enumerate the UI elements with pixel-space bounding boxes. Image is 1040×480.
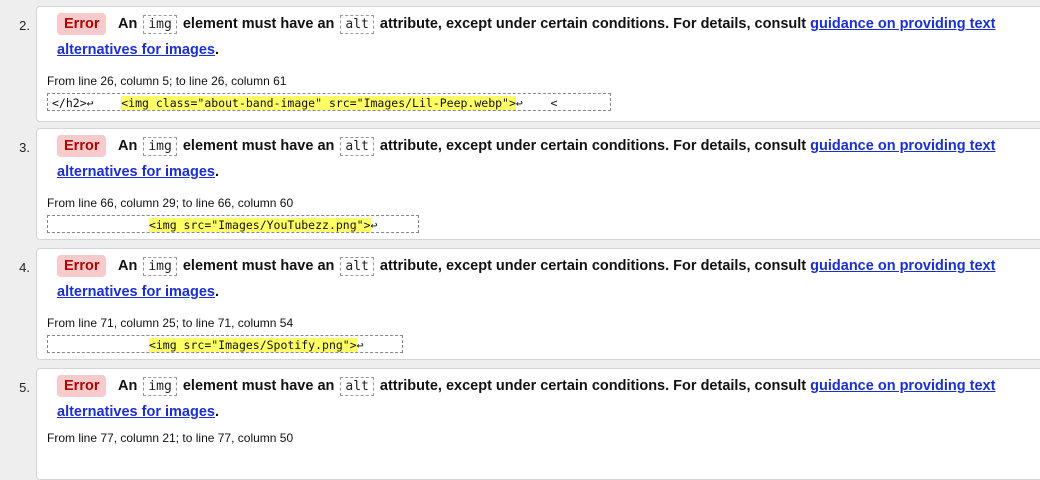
guidance-link-continued[interactable]: alternatives for images [57, 284, 215, 300]
message-text: attribute, except under certain conditio… [379, 378, 807, 394]
guidance-link[interactable]: guidance on providing text [810, 378, 995, 394]
message-text: attribute, except under certain conditio… [379, 258, 807, 274]
message-period: . [214, 404, 219, 420]
extract-highlight: <img src="Images/YouTubezz.png"> [148, 218, 371, 232]
extract-after: ↩ < [515, 96, 558, 110]
message-text: An [117, 378, 138, 394]
guidance-link[interactable]: guidance on providing text [810, 16, 995, 32]
message-text: element must have an [182, 138, 335, 154]
message-box: Error An img element must have an alt at… [36, 6, 1040, 122]
guidance-link-continued[interactable]: alternatives for images [57, 404, 215, 420]
extract-highlight: <img src="Images/Spotify.png"> [148, 338, 357, 352]
code-extract: <img src="Images/Spotify.png">↩ [47, 335, 403, 353]
extract-after: ↩ [356, 338, 419, 352]
extract-before: </h2>↩ [52, 96, 122, 110]
message-text: attribute, except under certain conditio… [379, 138, 807, 154]
guidance-link[interactable]: guidance on providing text [810, 138, 995, 154]
location-text: From line 66, column 29; to line 66, col… [47, 196, 294, 210]
message-text: element must have an [182, 16, 335, 32]
message-period: . [214, 284, 219, 300]
error-badge: Error [57, 375, 107, 397]
message-text: An [117, 258, 138, 274]
location-text: From line 26, column 5; to line 26, colu… [47, 74, 287, 88]
message-period: . [214, 164, 219, 180]
error-badge: Error [57, 135, 107, 157]
guidance-link-continued[interactable]: alternatives for images [57, 164, 215, 180]
message-text: element must have an [182, 258, 335, 274]
location-text: From line 71, column 25; to line 71, col… [47, 316, 294, 330]
code-token: alt [340, 257, 374, 276]
message-number: 5. [19, 380, 30, 395]
code-token: alt [340, 377, 374, 396]
message-text: element must have an [182, 378, 335, 394]
extract-highlight: <img class="about-band-image" src="Image… [121, 96, 516, 110]
message-number: 2. [19, 18, 30, 33]
error-badge: Error [57, 13, 107, 35]
code-token: alt [340, 137, 374, 156]
code-token: img [143, 257, 177, 276]
extract-before [52, 218, 149, 232]
message-box: Error An img element must have an alt at… [36, 128, 1040, 240]
code-extract: <img src="Images/YouTubezz.png">↩ [47, 215, 419, 233]
message-text: An [117, 16, 138, 32]
message-number: 3. [19, 140, 30, 155]
code-token: img [143, 137, 177, 156]
message-text: attribute, except under certain conditio… [379, 16, 807, 32]
error-badge: Error [57, 255, 107, 277]
message-number: 4. [19, 260, 30, 275]
code-token: img [143, 15, 177, 34]
message-box: Error An img element must have an alt at… [36, 248, 1040, 360]
message-box: Error An img element must have an alt at… [36, 368, 1040, 480]
guidance-link[interactable]: guidance on providing text [810, 258, 995, 274]
message-period: . [214, 42, 219, 58]
extract-before [52, 338, 149, 352]
code-token: img [143, 377, 177, 396]
code-extract: </h2>↩ <img class="about-band-image" src… [47, 93, 611, 111]
guidance-link-continued[interactable]: alternatives for images [57, 42, 215, 58]
location-text: From line 77, column 21; to line 77, col… [47, 431, 294, 445]
code-token: alt [340, 15, 374, 34]
message-text: An [117, 138, 138, 154]
extract-after: ↩ [370, 218, 433, 232]
